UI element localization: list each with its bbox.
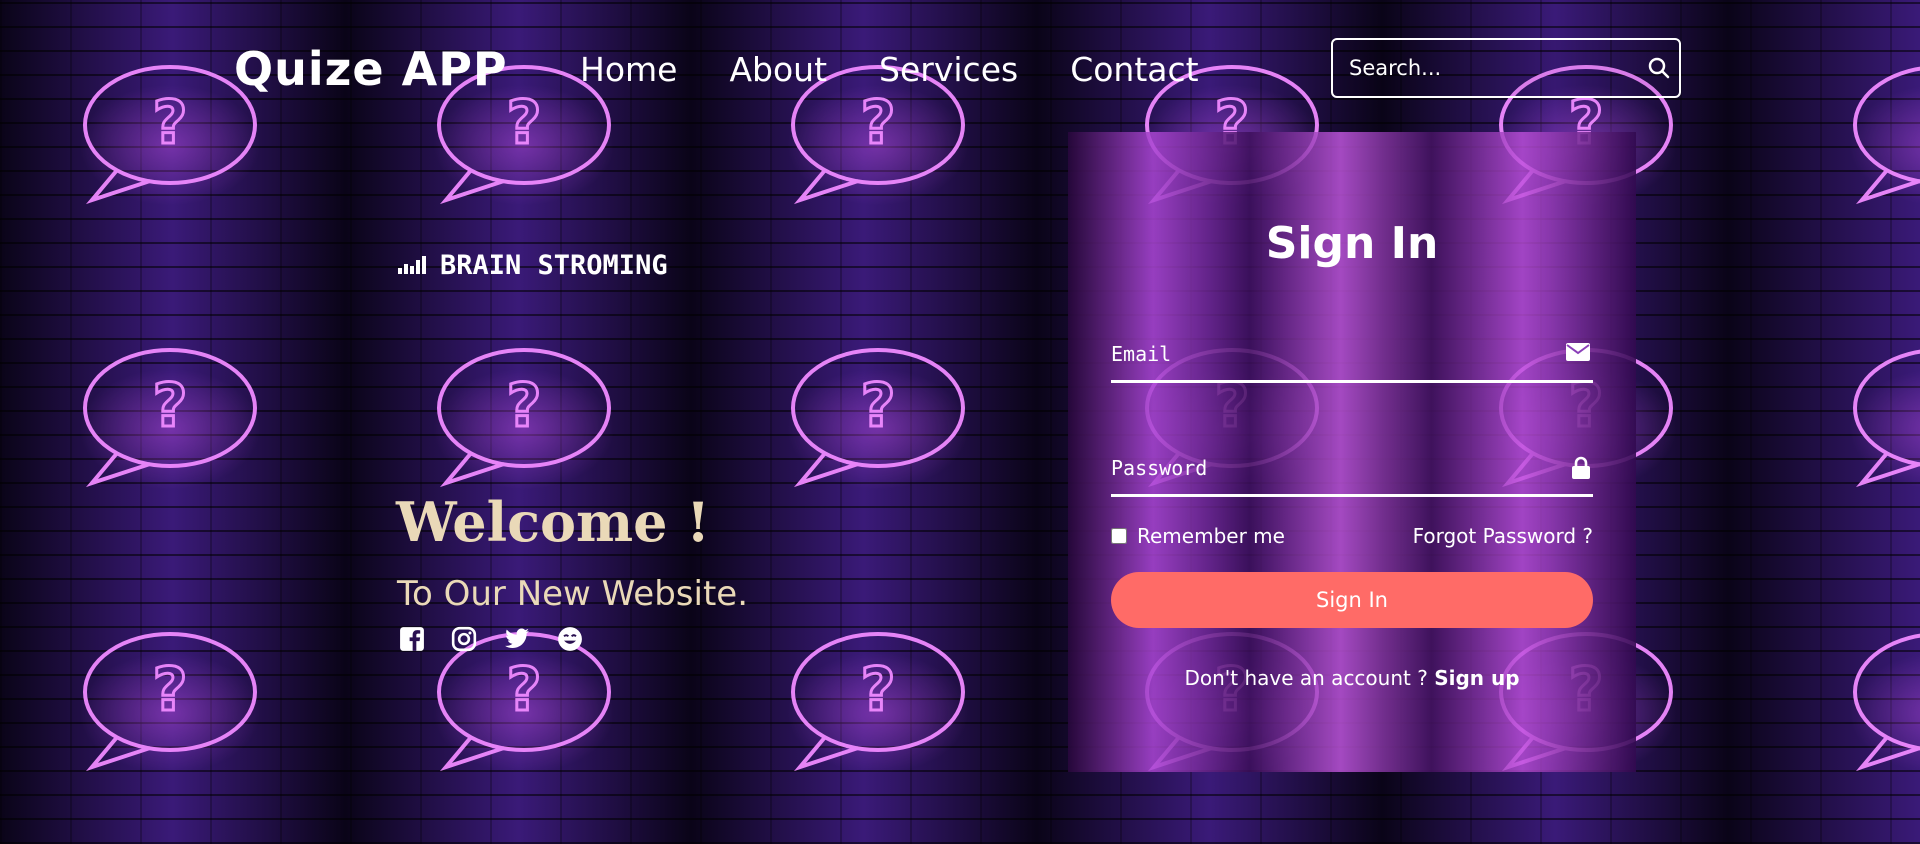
forgot-password-link[interactable]: Forgot Password ? (1413, 524, 1593, 548)
remember-me-checkbox[interactable] (1111, 528, 1127, 544)
smile-icon[interactable] (557, 626, 583, 652)
facebook-icon[interactable] (399, 626, 425, 652)
brand-tagline: BRAIN STROMING (398, 250, 668, 281)
email-field-wrapper (1111, 332, 1593, 383)
lock-icon (1571, 456, 1591, 484)
search-input[interactable] (1333, 55, 1639, 81)
signup-link[interactable]: Sign up (1434, 666, 1519, 690)
no-account-text: Don't have an account ? (1184, 666, 1428, 690)
signup-prompt: Don't have an account ? Sign up (1068, 666, 1636, 690)
nav-about[interactable]: About (729, 50, 827, 89)
soundbars-icon (398, 250, 426, 281)
search-icon[interactable] (1639, 56, 1679, 80)
app-logo[interactable]: Quize APP (234, 42, 508, 96)
signin-options: Remember me Forgot Password ? (1111, 524, 1593, 548)
password-field-wrapper (1111, 446, 1593, 497)
brand-text: BRAIN STROMING (440, 250, 668, 281)
signin-title: Sign In (1265, 218, 1439, 269)
main-nav: Home About Services Contact (580, 50, 1199, 89)
email-field[interactable] (1111, 332, 1531, 376)
twitter-icon[interactable] (503, 626, 531, 652)
welcome-heading: Welcome ! (396, 490, 711, 554)
remember-me-label: Remember me (1137, 524, 1285, 548)
search-box (1331, 38, 1681, 98)
nav-home[interactable]: Home (580, 50, 677, 89)
nav-services[interactable]: Services (879, 50, 1018, 89)
nav-contact[interactable]: Contact (1070, 50, 1198, 89)
instagram-icon[interactable] (451, 626, 477, 652)
signin-card: Sign In Remember me Forgot Password ? Si… (1068, 132, 1636, 772)
welcome-subtitle: To Our New Website. (397, 574, 749, 614)
top-header: Quize APP Home About Services Contact (0, 0, 1920, 110)
password-field[interactable] (1111, 446, 1531, 490)
mail-icon (1565, 342, 1591, 366)
social-links (399, 626, 583, 652)
signin-button[interactable]: Sign In (1111, 572, 1593, 628)
remember-me[interactable]: Remember me (1111, 524, 1285, 548)
